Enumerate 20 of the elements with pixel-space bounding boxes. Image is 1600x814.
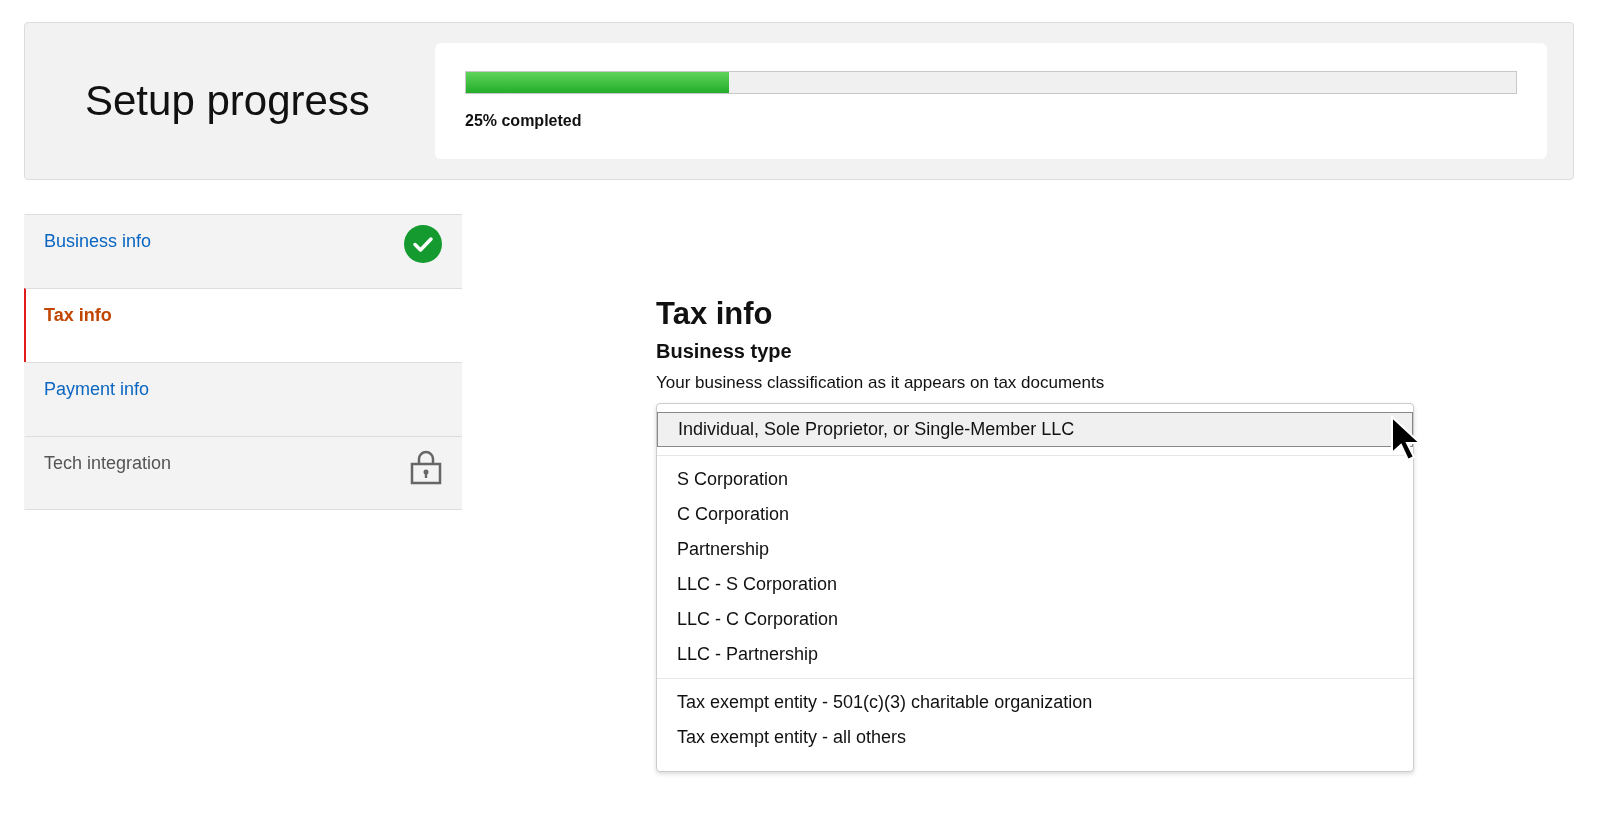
step-item[interactable]: Business info: [24, 214, 462, 288]
lock-icon: [410, 449, 442, 485]
progress-label: 25% completed: [465, 112, 583, 130]
step-item[interactable]: Tax info: [24, 288, 462, 362]
step-item[interactable]: Tech integration: [24, 436, 462, 510]
dropdown-option[interactable]: LLC - S Corporation: [657, 567, 1413, 602]
dropdown-option[interactable]: S Corporation: [657, 462, 1413, 497]
dropdown-option[interactable]: Partnership: [657, 532, 1413, 567]
dropdown-option[interactable]: Tax exempt entity - 501(c)(3) charitable organization: [657, 685, 1413, 720]
step-item[interactable]: Payment info: [24, 362, 462, 436]
dropdown-option[interactable]: Individual, Sole Proprietor, or Single-Member LLC: [657, 412, 1413, 447]
dropdown-option[interactable]: Tax exempt entity - all others: [657, 720, 1413, 755]
dropdown-option[interactable]: LLC - C Corporation: [657, 602, 1413, 637]
check-icon: [404, 225, 442, 263]
field-hint: Your business classification as it appears on tax documents: [656, 373, 1106, 393]
dropdown-option[interactable]: LLC - Partnership: [657, 637, 1413, 672]
page-title: Setup progress: [85, 77, 371, 125]
dropdown-option[interactable]: C Corporation: [657, 497, 1413, 532]
field-label: Business type: [656, 340, 793, 363]
section-title: Tax info: [656, 296, 774, 332]
